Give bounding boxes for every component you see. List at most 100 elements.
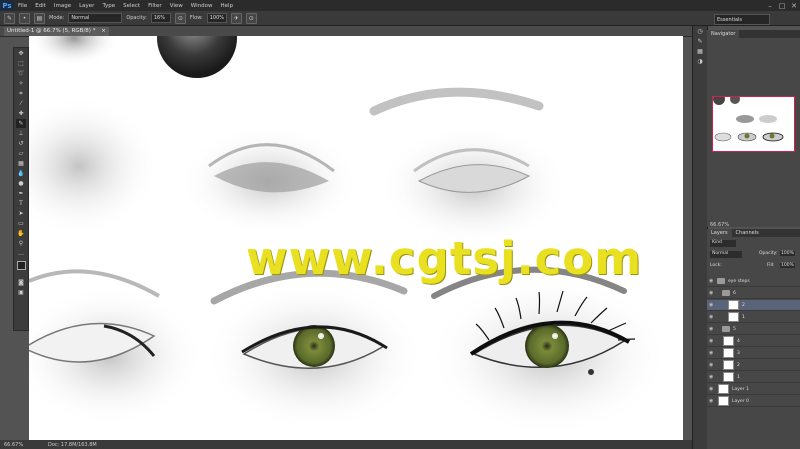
flow-field[interactable]: 100%: [206, 13, 227, 23]
tools-panel: ✥ ⬚ ➰ ✧ ⌗ ⁄ ✚ ✎ ⊥ ↺ ▱ ▦ 💧 ● ✒ T ➤ ▭ ✋ ⚲ …: [13, 47, 29, 331]
layer-opacity-field[interactable]: 100%: [780, 251, 795, 256]
document-close-icon[interactable]: ×: [101, 28, 106, 34]
menu-image[interactable]: Image: [50, 3, 75, 9]
pressure-opacity-icon[interactable]: ⊙: [174, 12, 186, 24]
mode-label: Mode:: [49, 15, 65, 21]
brush-size-picker-icon[interactable]: •: [19, 12, 30, 24]
menu-layer[interactable]: Layer: [75, 3, 98, 9]
layer-row[interactable]: ◉ Layer 1: [707, 384, 800, 395]
marquee-tool-icon[interactable]: ⬚: [16, 59, 26, 68]
hand-tool-icon[interactable]: ✋: [16, 229, 26, 238]
foreground-color-swatch[interactable]: [17, 261, 26, 270]
color-swatches[interactable]: [16, 260, 29, 276]
layer-name: 2: [737, 362, 740, 368]
layer-row[interactable]: ◉ 1: [707, 312, 800, 323]
minimize-button[interactable]: –: [764, 0, 776, 11]
menu-file[interactable]: File: [14, 3, 31, 9]
airbrush-icon[interactable]: ✈: [230, 12, 242, 24]
history-brush-tool-icon[interactable]: ↺: [16, 139, 26, 148]
history-panel-icon[interactable]: ◷: [695, 27, 705, 36]
gradient-tool-icon[interactable]: ▦: [16, 159, 26, 168]
menu-help[interactable]: Help: [216, 3, 237, 9]
visibility-eye-icon[interactable]: ◉: [709, 314, 715, 320]
brush-tool-icon[interactable]: ✎: [16, 119, 26, 128]
move-tool-icon[interactable]: ✥: [16, 49, 26, 58]
navigator-zoom-value[interactable]: 66.67%: [710, 222, 729, 228]
visibility-eye-icon[interactable]: ◉: [709, 374, 715, 380]
layer-row[interactable]: ◉ 4: [707, 336, 800, 347]
clone-stamp-tool-icon[interactable]: ⊥: [16, 129, 26, 138]
visibility-eye-icon[interactable]: ◉: [709, 362, 715, 368]
zoom-tool-icon[interactable]: ⚲: [16, 239, 26, 248]
layer-opacity-label: Opacity:: [759, 251, 778, 256]
dodge-tool-icon[interactable]: ●: [16, 179, 26, 188]
menu-select[interactable]: Select: [119, 3, 144, 9]
tab-layers[interactable]: Layers: [707, 229, 732, 237]
brush-panel-toggle-icon[interactable]: ▤: [34, 12, 45, 24]
workspace-switcher[interactable]: Essentials: [714, 14, 770, 25]
brush-panel-icon[interactable]: ✎: [695, 37, 705, 46]
visibility-eye-icon[interactable]: ◉: [709, 338, 715, 344]
layer-blend-mode-select[interactable]: Normal: [710, 251, 742, 258]
layer-row[interactable]: ◉ 1: [707, 372, 800, 383]
layer-row[interactable]: ◉ 3: [707, 348, 800, 359]
layer-group-row[interactable]: ◉ 6: [707, 288, 800, 299]
visibility-eye-icon[interactable]: ◉: [709, 398, 715, 404]
layer-fill-field[interactable]: 100%: [780, 263, 795, 268]
shape-tool-icon[interactable]: ▭: [16, 219, 26, 228]
layer-row[interactable]: ◉ 2: [707, 360, 800, 371]
menu-type[interactable]: Type: [98, 3, 119, 9]
visibility-eye-icon[interactable]: ◉: [709, 350, 715, 356]
menu-view[interactable]: View: [166, 3, 187, 9]
tab-navigator[interactable]: Navigator: [707, 30, 740, 38]
maximize-button[interactable]: □: [776, 0, 788, 11]
layer-name: 3: [737, 350, 740, 356]
opacity-field[interactable]: 16%: [150, 13, 171, 23]
layer-group-row[interactable]: ◉ 5: [707, 324, 800, 335]
folder-icon: [722, 326, 730, 332]
layer-thumbnail: [723, 372, 734, 382]
menu-filter[interactable]: Filter: [144, 3, 166, 9]
visibility-eye-icon[interactable]: ◉: [709, 290, 715, 296]
visibility-eye-icon[interactable]: ◉: [709, 386, 715, 392]
more-tools-icon[interactable]: …: [16, 249, 26, 258]
layer-row[interactable]: ◉ 2: [707, 300, 800, 311]
quick-select-tool-icon[interactable]: ✧: [16, 79, 26, 88]
visibility-eye-icon[interactable]: ◉: [709, 278, 715, 284]
top-left-shadow-blob: [29, 36, 119, 66]
status-zoom[interactable]: 66.67%: [4, 442, 23, 448]
eye-step-5-iris: [525, 324, 569, 368]
mode-select[interactable]: Normal: [68, 13, 123, 23]
layer-name: Layer 1: [732, 386, 749, 392]
menu-edit[interactable]: Edit: [31, 3, 50, 9]
layer-thumbnail: [728, 312, 739, 322]
eyedropper-tool-icon[interactable]: ⁄: [16, 99, 26, 108]
pen-tool-icon[interactable]: ✒: [16, 189, 26, 198]
type-tool-icon[interactable]: T: [16, 199, 26, 208]
tab-channels[interactable]: Channels: [732, 229, 763, 237]
lasso-tool-icon[interactable]: ➰: [16, 69, 26, 78]
menu-window[interactable]: Window: [187, 3, 217, 9]
path-selection-tool-icon[interactable]: ➤: [16, 209, 26, 218]
document-tab[interactable]: Untitled-1 @ 66.7% (5, RGB/8) * ×: [4, 27, 109, 36]
layer-group-row[interactable]: ◉ eye steps: [707, 276, 800, 287]
pressure-size-icon[interactable]: ⊙: [245, 12, 257, 24]
layer-filter-kind[interactable]: Kind: [710, 240, 736, 247]
visibility-eye-icon[interactable]: ◉: [709, 302, 715, 308]
screen-mode-icon[interactable]: ▣: [16, 288, 26, 297]
navigator-thumbnail[interactable]: [712, 93, 795, 152]
healing-brush-tool-icon[interactable]: ✚: [16, 109, 26, 118]
swatches-panel-icon[interactable]: ▦: [695, 47, 705, 56]
visibility-eye-icon[interactable]: ◉: [709, 326, 715, 332]
brush-tool-preset-icon[interactable]: ✎: [4, 12, 15, 24]
document-canvas[interactable]: www.cgtsj.com: [29, 36, 683, 440]
adjustments-panel-icon[interactable]: ◑: [695, 57, 705, 66]
blur-tool-icon[interactable]: 💧: [16, 169, 26, 178]
layers-panel-header: Layers Channels: [707, 229, 800, 237]
quick-mask-icon[interactable]: ◙: [16, 278, 26, 287]
eraser-tool-icon[interactable]: ▱: [16, 149, 26, 158]
close-window-button[interactable]: ✕: [788, 0, 800, 11]
folder-icon: [717, 278, 725, 284]
layer-row[interactable]: ◉ Layer 0: [707, 396, 800, 407]
crop-tool-icon[interactable]: ⌗: [16, 89, 26, 98]
